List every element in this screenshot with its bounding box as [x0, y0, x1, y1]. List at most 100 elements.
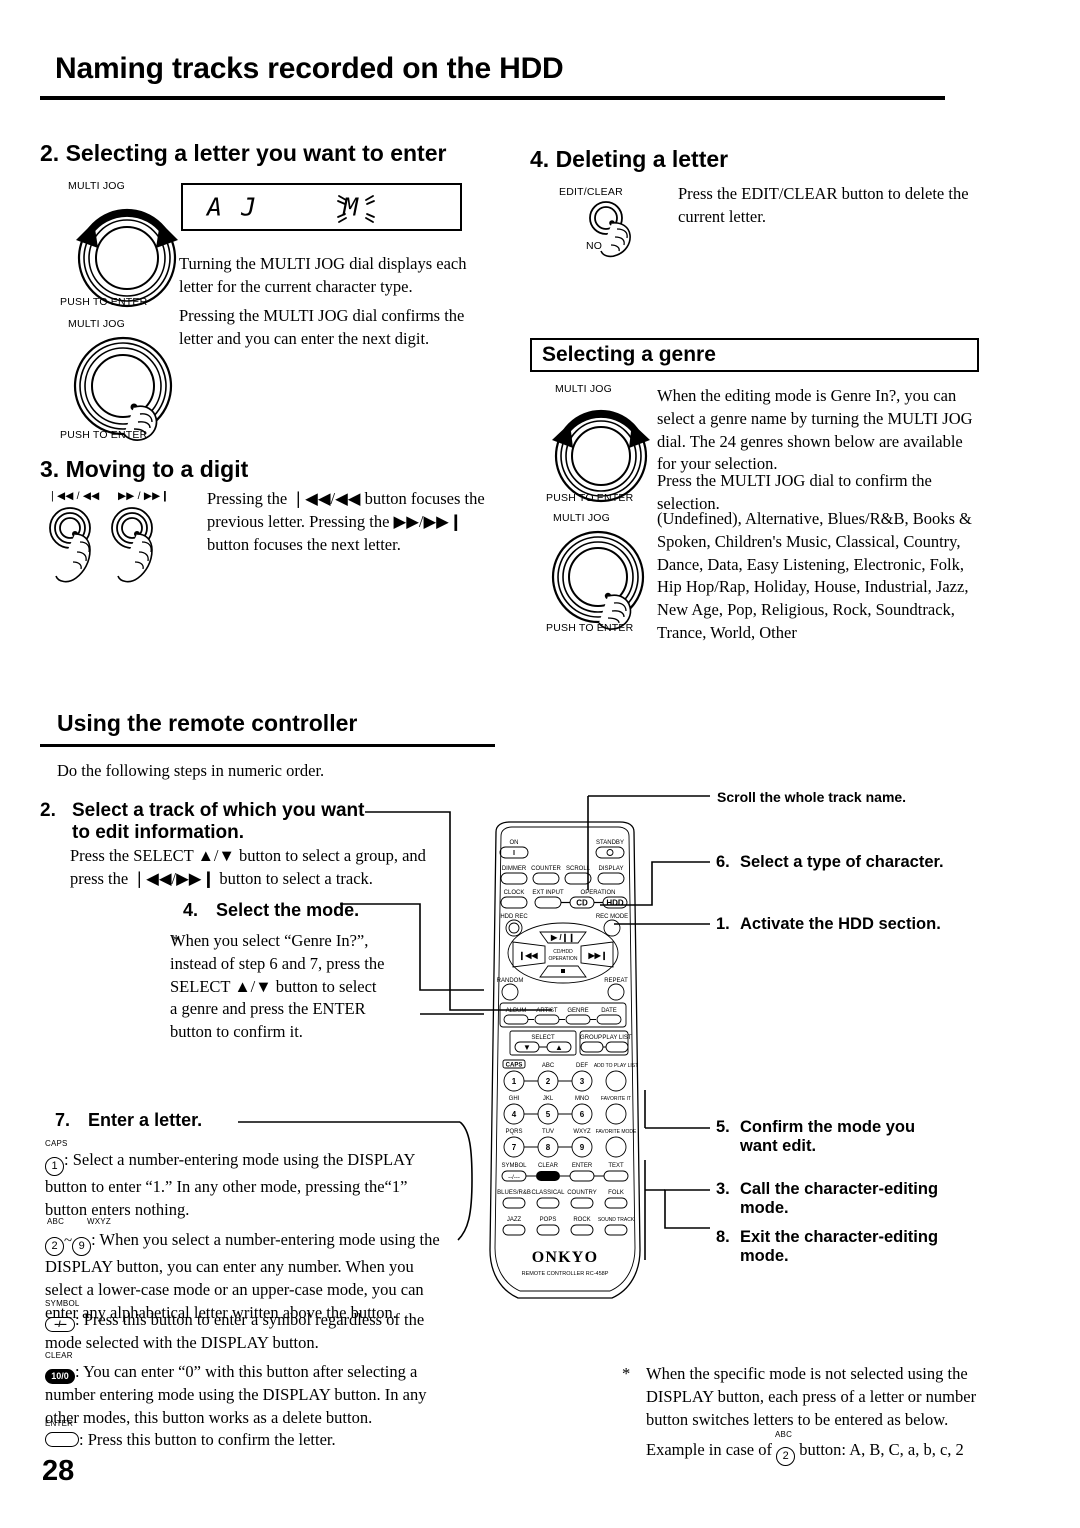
section-4-paragraph: Press the EDIT/CLEAR button to delete th… [678, 184, 969, 226]
svg-text:ADD TO PLAY LIST: ADD TO PLAY LIST [594, 1063, 638, 1069]
footnote-text: When the specific mode is not selected u… [646, 1364, 977, 1429]
remote-controller-illustration: .rt { font-family:"Liberation Sans", san… [489, 821, 641, 1299]
svg-text:GROUP: GROUP [580, 1035, 602, 1041]
step-4-label: Select the mode. [216, 900, 360, 920]
svg-text:▶ /❙❙: ▶ /❙❙ [550, 933, 575, 943]
remote-controller-heading: Using the remote controller [57, 710, 358, 736]
footnote-example-prefix: Example in case of [646, 1440, 772, 1460]
symbol-key-caption: SYMBOL [45, 1299, 80, 1308]
callout-step-8-text: Exit the character-editing mode. [740, 1228, 939, 1265]
svg-text:DIMMER: DIMMER [502, 866, 527, 872]
footnote: * When the specific mode is not selected… [622, 1363, 992, 1467]
footnote-key-2-icon: 2 [776, 1447, 796, 1467]
svg-text:▶▶❙: ▶▶❙ [587, 951, 607, 961]
push-to-enter-label-2: PUSH TO ENTER [60, 429, 148, 441]
svg-text:SELECT: SELECT [531, 1035, 555, 1041]
step-7-bullet-5-text: : Press this button to confirm the lette… [79, 1430, 336, 1449]
enter-key-icon [45, 1432, 79, 1447]
svg-text:PLAY LIST: PLAY LIST [602, 1035, 631, 1041]
svg-text:REPEAT: REPEAT [604, 978, 628, 984]
svg-text:STANDBY: STANDBY [596, 840, 624, 846]
step-2-title: Select a track of which you want to edit… [72, 800, 365, 843]
multi-jog-label-2: MULTI JOG [68, 318, 126, 330]
callout-step-6-number: 6. [716, 853, 730, 871]
genre-multi-jog-label-2: MULTI JOG [553, 512, 611, 524]
edit-clear-press-icon [582, 200, 662, 262]
svg-text:CD: CD [576, 899, 588, 908]
svg-text:COUNTER: COUNTER [531, 866, 561, 872]
genre-paragraph-1: When the editing mode is Genre In?, you … [657, 386, 973, 474]
display-right-text: M [343, 192, 361, 222]
svg-text:ALBUM: ALBUM [506, 1008, 527, 1014]
svg-text:RANDOM: RANDOM [497, 978, 524, 984]
svg-text:HDD: HDD [606, 899, 624, 908]
clear-key-icon: 10/0 [45, 1369, 75, 1384]
svg-text:REC MODE: REC MODE [596, 914, 628, 920]
svg-text:ABC: ABC [542, 1063, 555, 1069]
callout-step-6: 6. Select a type of character. [716, 853, 986, 872]
svg-text:--/---: --/--- [508, 1175, 520, 1181]
svg-text:JAZZ: JAZZ [507, 1217, 522, 1223]
remote-heading-divider [40, 744, 495, 747]
caps-key-caption: CAPS [45, 1139, 68, 1148]
footnote-example: ABC Example in case of 2 button: A, B, C… [646, 1431, 992, 1467]
page-number: 28 [42, 1455, 75, 1487]
footnote-example-caption: ABC [775, 1430, 793, 1440]
section-3-heading: 3. Moving to a digit [40, 456, 249, 482]
svg-text:❙◀◀: ❙◀◀ [518, 951, 538, 961]
skip-back-button-label: ❘◀◀ / ◀◀ [48, 490, 100, 502]
callout-step-1: 1. Activate the HDD section. [716, 915, 986, 934]
svg-text:8: 8 [546, 1143, 551, 1152]
svg-text:ONKYO: ONKYO [532, 1249, 598, 1266]
step-7-bullet-3: SYMBOL --/---: Press this button to ente… [45, 1300, 450, 1355]
footnote-star: * [622, 1364, 631, 1383]
svg-text:CLEAR: CLEAR [538, 1163, 559, 1169]
svg-text:PQRS: PQRS [505, 1129, 522, 1135]
callout-step-8: 8. Exit the character-editing mode. [716, 1228, 966, 1266]
svg-text:OPERATION: OPERATION [581, 890, 616, 896]
svg-text:CAPS: CAPS [506, 1063, 523, 1069]
step-7-bullet-4-text: : You can enter “0” with this button aft… [45, 1362, 427, 1427]
svg-text:ARTIST: ARTIST [536, 1008, 558, 1014]
key-9-icon: 9 [72, 1237, 92, 1256]
svg-text:7: 7 [512, 1143, 517, 1152]
symbol-key-icon: --/--- [45, 1317, 75, 1332]
genre-push-to-enter-1: PUSH TO ENTER [546, 492, 634, 504]
callout-step-5-text: Confirm the mode you want edit. [740, 1118, 916, 1155]
svg-text:EXT INPUT: EXT INPUT [532, 890, 564, 896]
key-2-icon: 2 [45, 1237, 64, 1256]
callout-step-5-number: 5. [716, 1118, 730, 1136]
section-4-heading: 4. Deleting a letter [530, 146, 729, 172]
skip-buttons-press-icon [44, 506, 194, 586]
svg-text:CD/HDD: CD/HDD [553, 949, 573, 955]
edit-clear-button-label: EDIT/CLEAR [559, 186, 623, 198]
step-7-bullet-1: CAPS 1: Select a number-entering mode us… [45, 1140, 450, 1222]
step-7-bullet-3-text: : Press this button to enter a symbol re… [45, 1310, 425, 1352]
callout-step-1-number: 1. [716, 915, 730, 933]
step-7-label: Enter a letter. [88, 1110, 203, 1130]
svg-text:SYMBOL: SYMBOL [501, 1163, 527, 1169]
svg-text:3: 3 [580, 1077, 585, 1086]
svg-text:WXYZ: WXYZ [573, 1129, 591, 1135]
svg-text:▲: ▲ [555, 1043, 563, 1052]
page-title: Naming tracks recorded on the HDD [55, 52, 564, 85]
step-7-bullet-1-text: : Select a number-entering mode using th… [45, 1150, 415, 1219]
svg-text:▼: ▼ [523, 1043, 531, 1052]
step-7-title: 7. Enter a letter. [55, 1110, 202, 1131]
svg-text:FAVORITE IT: FAVORITE IT [601, 1096, 631, 1102]
svg-text:DATE: DATE [601, 1008, 617, 1014]
svg-text:TEXT: TEXT [608, 1163, 624, 1169]
svg-text:1: 1 [512, 1077, 517, 1086]
step-2-body: Press the SELECT ▲/▼ button to select a … [70, 846, 426, 888]
svg-text:5: 5 [546, 1110, 551, 1119]
svg-text:FOLK: FOLK [608, 1190, 624, 1196]
abc-key-caption: ABC [47, 1217, 65, 1226]
svg-text:9: 9 [580, 1143, 585, 1152]
step-7-bullet-4: CLEAR 10/0: You can enter “0” with this … [45, 1352, 450, 1430]
callout-step-3: 3. Call the character-editing mode. [716, 1180, 966, 1218]
svg-text:BLUES/R&B: BLUES/R&B [497, 1190, 531, 1196]
svg-text:POPS: POPS [540, 1217, 557, 1223]
svg-text:DEF: DEF [576, 1063, 588, 1069]
callout-step-3-number: 3. [716, 1180, 730, 1198]
callout-step-6-text: Select a type of character. [740, 853, 944, 871]
